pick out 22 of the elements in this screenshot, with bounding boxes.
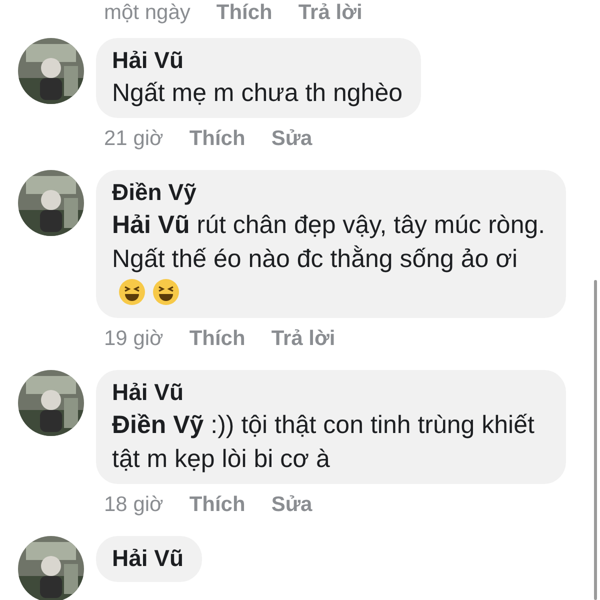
comment-time: 19 giờ — [104, 326, 164, 352]
author-name[interactable]: Điền Vỹ — [112, 176, 548, 208]
action-link[interactable]: Trả lời — [298, 0, 362, 26]
action-link[interactable]: Thích — [189, 326, 246, 352]
scroll-bar[interactable] — [594, 280, 597, 600]
comment-text: Điền Vỹ :)) tội thật con tinh trùng khiết tật m kẹp lòi bi cơ à — [112, 410, 536, 475]
action-link[interactable]: Thích — [189, 126, 246, 152]
comment-time: 18 giờ — [104, 492, 164, 518]
author-name[interactable]: Hải Vũ — [112, 376, 548, 408]
action-link[interactable]: Thích — [216, 0, 272, 26]
action-link[interactable]: Sửa — [271, 126, 312, 152]
comment-text: Hải Vũ rút chân đẹp vậy, tây múc ròng. Ngất thế éo nào đc thằng sống ảo ơi — [112, 208, 548, 310]
comment-time: một ngày — [104, 0, 190, 26]
comment-time: 21 giờ — [104, 126, 164, 152]
author-name[interactable]: Hải Vũ — [112, 542, 184, 574]
action-link[interactable]: Trả lời — [271, 326, 336, 352]
action-link[interactable]: Sửa — [271, 492, 312, 518]
laughing-face-icon — [152, 278, 180, 306]
laughing-face-icon — [118, 278, 146, 306]
action-link[interactable]: Thích — [189, 492, 246, 518]
author-name[interactable]: Hải Vũ — [112, 44, 403, 76]
comment-text: Ngất mẹ m chưa th nghèo — [112, 78, 403, 109]
